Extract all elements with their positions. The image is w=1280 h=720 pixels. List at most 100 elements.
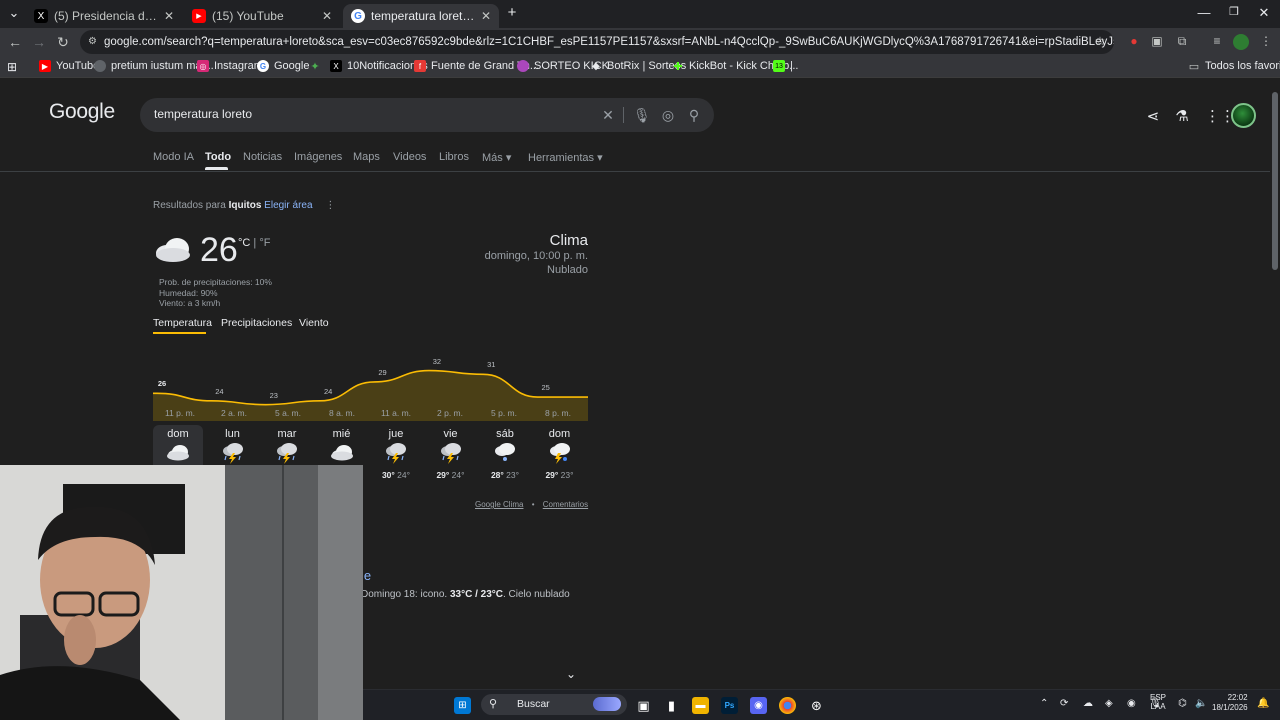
terminal-icon[interactable]: ▮: [663, 697, 680, 714]
clear-icon[interactable]: ✕: [600, 107, 616, 124]
new-tab-button[interactable]: +: [502, 4, 522, 21]
active-tab-indicator: [205, 167, 228, 170]
tab-modo-ia[interactable]: Modo IA: [153, 151, 194, 163]
bookmark-instagram[interactable]: ◎ Instagram: [197, 60, 263, 72]
tab-maps[interactable]: Maps: [353, 151, 380, 163]
weather-tab-indicator: [153, 332, 206, 334]
tab-temperatura[interactable]: Temperatura: [153, 317, 212, 329]
tray-overflow-icon[interactable]: ⌃: [1040, 698, 1048, 709]
extension-icon[interactable]: ▣: [1149, 34, 1165, 50]
tab-precipitaciones[interactable]: Precipitaciones: [221, 317, 292, 329]
account-avatar[interactable]: [1231, 103, 1256, 128]
tab-viento[interactable]: Viento: [299, 317, 329, 329]
webcam-feed: [0, 465, 363, 720]
file-explorer-icon[interactable]: ▬: [692, 697, 709, 714]
volume-icon[interactable]: 🔈: [1195, 698, 1207, 709]
tab-search-icon[interactable]: ⌄: [4, 5, 24, 21]
tab-google-search[interactable]: G temperatura loreto - Buscar con ✕: [343, 4, 499, 28]
forward-icon[interactable]: →: [30, 34, 48, 50]
forecast-day-dom[interactable]: dom 29° 23°: [535, 425, 585, 505]
tab-todo[interactable]: Todo: [205, 151, 231, 163]
google-logo[interactable]: Google: [49, 100, 115, 124]
bookmark-google[interactable]: G Google: [257, 60, 309, 72]
bookmark-pinwheel[interactable]: ✦: [309, 60, 326, 73]
apps-grid-icon[interactable]: ⋮⋮: [1205, 107, 1235, 125]
url-text: google.com/search?q=temperatura+loreto&s…: [104, 36, 1114, 48]
back-icon[interactable]: ←: [6, 34, 24, 50]
forecast-day-vie[interactable]: vie 29° 24°: [426, 425, 476, 505]
site-info-icon[interactable]: ⚙: [88, 30, 97, 54]
network-icon[interactable]: ⌬: [1178, 698, 1187, 709]
tab-mas[interactable]: Más ▾: [482, 151, 511, 164]
tray-blue-icon[interactable]: ◉: [1127, 698, 1136, 709]
tray-app-icon[interactable]: ⟳: [1060, 698, 1068, 709]
extension-red-icon[interactable]: ●: [1126, 34, 1142, 50]
windows-start-icon[interactable]: ⊞: [454, 697, 471, 714]
tab-libros[interactable]: Libros: [439, 151, 469, 163]
chart-tick-label: 11 a. m.: [380, 408, 412, 418]
precipitation-prob: Prob. de precipitaciones: 10%: [159, 277, 272, 287]
forecast-day-name: vie: [443, 428, 458, 440]
forecast-day-name: lun: [225, 428, 240, 440]
discord-icon[interactable]: ◉: [750, 697, 767, 714]
chart-tick-label: 2 p. m.: [437, 408, 463, 418]
fahrenheit-toggle[interactable]: °F: [259, 237, 270, 249]
profile-avatar-icon[interactable]: [1233, 34, 1249, 50]
tab-herramientas[interactable]: Herramientas ▾: [528, 151, 603, 164]
apps-grid-icon[interactable]: ⊞: [7, 60, 17, 74]
comentarios-link[interactable]: Comentarios: [543, 500, 588, 509]
forecast-day-name: sáb: [496, 428, 514, 440]
google-clima-link[interactable]: Google Clima: [475, 500, 523, 509]
tab-presidencia[interactable]: X (5) Presidencia del Perú 🇵🇪 (@pr ✕: [26, 4, 182, 28]
media-control-icon[interactable]: ≡: [1209, 34, 1225, 50]
onedrive-icon[interactable]: ☁: [1083, 698, 1093, 709]
reload-icon[interactable]: ↻: [54, 34, 72, 51]
celsius-toggle[interactable]: °C: [238, 237, 250, 249]
microphone-icon[interactable]: 🎙: [633, 107, 651, 124]
close-tab-icon[interactable]: ✕: [164, 9, 174, 23]
minimize-icon[interactable]: —: [1194, 5, 1214, 20]
weather-title: Clima: [549, 232, 588, 249]
close-tab-icon[interactable]: ✕: [481, 9, 491, 23]
obs-icon[interactable]: ⊛: [808, 697, 825, 714]
forecast-high: 30°: [381, 470, 395, 480]
tab-videos[interactable]: Videos: [393, 151, 426, 163]
x-favicon-icon: X: [34, 9, 48, 23]
lens-icon[interactable]: ◎: [660, 107, 676, 124]
forecast-day-sáb[interactable]: sáb 28° 23°: [480, 425, 530, 505]
close-tab-icon[interactable]: ✕: [322, 9, 332, 23]
scrollbar-thumb[interactable]: [1272, 92, 1278, 270]
choose-area-link[interactable]: Elegir área: [264, 200, 312, 211]
language-indicator[interactable]: ESP LAA: [1150, 693, 1166, 711]
tray-green-icon[interactable]: ◈: [1105, 698, 1113, 709]
share-icon[interactable]: ⋖: [1144, 107, 1162, 125]
search-icon[interactable]: ⚲: [686, 107, 702, 124]
search-input[interactable]: temperatura loreto ✕ 🎙 ◎ ⚲: [140, 98, 714, 132]
chevron-down-icon[interactable]: ⌄: [566, 667, 576, 681]
menu-dots-icon[interactable]: ⋮: [1258, 34, 1274, 50]
tab-youtube[interactable]: ▶ (15) YouTube ✕: [184, 4, 340, 28]
close-window-icon[interactable]: ✕: [1254, 5, 1274, 21]
tab-noticias[interactable]: Noticias: [243, 151, 282, 163]
bookmark-youtube[interactable]: ▶ YouTube: [39, 60, 99, 72]
forecast-day-jue[interactable]: jue 30° 24°: [371, 425, 421, 505]
botrix-icon: ◆: [592, 60, 600, 72]
task-view-icon[interactable]: ▣: [635, 697, 652, 714]
tab-imagenes[interactable]: Imágenes: [294, 151, 342, 163]
taskbar-search[interactable]: ⚲ Buscar: [481, 694, 627, 715]
more-options-icon[interactable]: ⋮: [325, 200, 335, 211]
restore-icon[interactable]: ❐: [1224, 5, 1244, 18]
photoshop-icon[interactable]: Ps: [721, 697, 738, 714]
bookmark-13[interactable]: 13 |: [773, 60, 793, 72]
chart-value-label: 32: [432, 356, 442, 366]
bookmark-star-icon[interactable]: ☆: [1092, 34, 1108, 50]
all-bookmarks[interactable]: ▭Todos los favoritos: [1188, 60, 1280, 73]
nav-divider: [0, 171, 1270, 172]
address-bar[interactable]: ⚙ google.com/search?q=temperatura+loreto…: [80, 30, 1114, 54]
chrome-icon[interactable]: [779, 697, 796, 714]
notification-bell-icon[interactable]: 🔔: [1257, 698, 1269, 709]
bookmark-pretium[interactable]: pretium iustum mat...: [94, 60, 214, 72]
extensions-puzzle-icon[interactable]: ⧉: [1174, 34, 1190, 50]
clock[interactable]: 22:02 18/1/2026: [1212, 693, 1248, 713]
labs-flask-icon[interactable]: ⚗: [1173, 107, 1191, 125]
